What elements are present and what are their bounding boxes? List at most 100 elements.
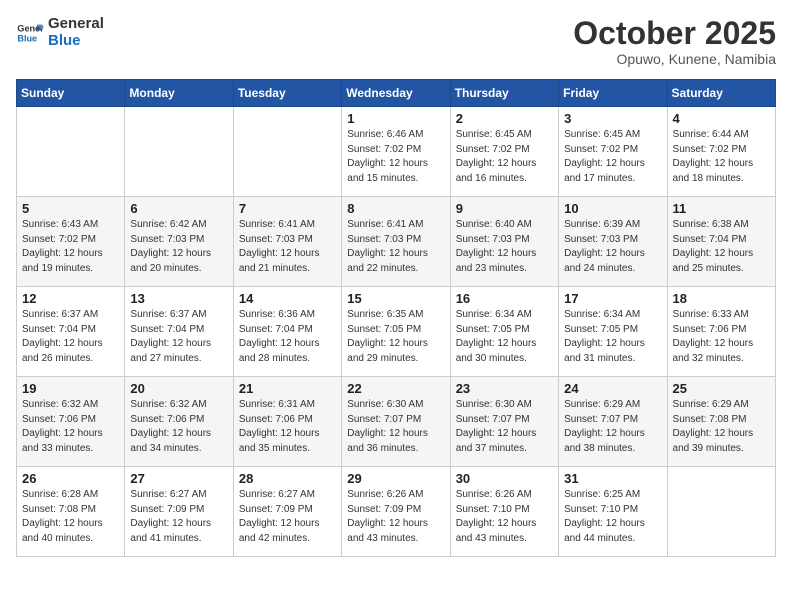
day-info: Sunrise: 6:30 AM Sunset: 7:07 PM Dayligh… [347,398,444,456]
day-info: Sunrise: 6:41 AM Sunset: 7:03 PM Dayligh… [347,218,444,276]
logo-blue: Blue [48,33,104,50]
day-number: 5 [22,201,119,216]
day-info: Sunrise: 6:40 AM Sunset: 7:03 PM Dayligh… [456,218,553,276]
day-number: 3 [564,111,661,126]
day-info: Sunrise: 6:41 AM Sunset: 7:03 PM Dayligh… [239,218,336,276]
calendar-cell: 6 Sunrise: 6:42 AM Sunset: 7:03 PM Daylig… [125,197,233,287]
calendar-cell: 31 Sunrise: 6:25 AM Sunset: 7:10 PM Dayli… [559,467,667,557]
calendar-cell [233,107,341,197]
day-number: 7 [239,201,336,216]
weekday-header-saturday: Saturday [667,80,775,107]
calendar-cell: 22 Sunrise: 6:30 AM Sunset: 7:07 PM Dayli… [342,377,450,467]
day-number: 11 [673,201,770,216]
calendar-body: 1 Sunrise: 6:46 AM Sunset: 7:02 PM Daylig… [17,107,776,557]
weekday-header-wednesday: Wednesday [342,80,450,107]
calendar-cell: 10Sunrise: 6:39 AM Sunset: 7:03 PM Dayli… [559,197,667,287]
day-info: Sunrise: 6:42 AM Sunset: 7:03 PM Dayligh… [130,218,227,276]
day-info: Sunrise: 6:43 AM Sunset: 7:02 PM Dayligh… [22,218,119,276]
calendar-cell: 15 Sunrise: 6:35 AM Sunset: 7:05 PM Dayli… [342,287,450,377]
calendar-cell: 11 Sunrise: 6:38 AM Sunset: 7:04 PM Dayli… [667,197,775,287]
day-number: 28 [239,471,336,486]
calendar-cell: 2 Sunrise: 6:45 AM Sunset: 7:02 PM Daylig… [450,107,558,197]
calendar-cell: 7 Sunrise: 6:41 AM Sunset: 7:03 PM Daylig… [233,197,341,287]
calendar-table: SundayMondayTuesdayWednesdayThursdayFrid… [16,79,776,557]
day-info: Sunrise: 6:26 AM Sunset: 7:10 PM Dayligh… [456,488,553,546]
logo: General Blue General Blue [16,16,104,49]
calendar-cell [125,107,233,197]
day-number: 30 [456,471,553,486]
calendar-cell: 13 Sunrise: 6:37 AM Sunset: 7:04 PM Dayli… [125,287,233,377]
day-number: 24 [564,381,661,396]
calendar-cell: 27Sunrise: 6:27 AM Sunset: 7:09 PM Dayli… [125,467,233,557]
day-info: Sunrise: 6:25 AM Sunset: 7:10 PM Dayligh… [564,488,661,546]
day-info: Sunrise: 6:46 AM Sunset: 7:02 PM Dayligh… [347,128,444,186]
calendar-cell: 30 Sunrise: 6:26 AM Sunset: 7:10 PM Dayli… [450,467,558,557]
calendar-cell: 14 Sunrise: 6:36 AM Sunset: 7:04 PM Dayli… [233,287,341,377]
calendar-cell: 8 Sunrise: 6:41 AM Sunset: 7:03 PM Daylig… [342,197,450,287]
day-number: 15 [347,291,444,306]
day-number: 20 [130,381,227,396]
day-info: Sunrise: 6:37 AM Sunset: 7:04 PM Dayligh… [130,308,227,366]
day-number: 25 [673,381,770,396]
day-info: Sunrise: 6:45 AM Sunset: 7:02 PM Dayligh… [456,128,553,186]
day-info: Sunrise: 6:34 AM Sunset: 7:05 PM Dayligh… [564,308,661,366]
calendar-cell: 20Sunrise: 6:32 AM Sunset: 7:06 PM Dayli… [125,377,233,467]
calendar-cell: 28Sunrise: 6:27 AM Sunset: 7:09 PM Dayli… [233,467,341,557]
day-info: Sunrise: 6:28 AM Sunset: 7:08 PM Dayligh… [22,488,119,546]
calendar-cell [667,467,775,557]
day-number: 16 [456,291,553,306]
calendar-cell: 25 Sunrise: 6:29 AM Sunset: 7:08 PM Dayli… [667,377,775,467]
day-number: 6 [130,201,227,216]
weekday-header-friday: Friday [559,80,667,107]
day-info: Sunrise: 6:35 AM Sunset: 7:05 PM Dayligh… [347,308,444,366]
day-number: 19 [22,381,119,396]
day-info: Sunrise: 6:31 AM Sunset: 7:06 PM Dayligh… [239,398,336,456]
logo-icon: General Blue [16,19,44,47]
title-block: October 2025 Opuwo, Kunene, Namibia [573,16,776,67]
day-number: 26 [22,471,119,486]
calendar-header: SundayMondayTuesdayWednesdayThursdayFrid… [17,80,776,107]
day-number: 2 [456,111,553,126]
day-number: 12 [22,291,119,306]
day-number: 21 [239,381,336,396]
day-info: Sunrise: 6:36 AM Sunset: 7:04 PM Dayligh… [239,308,336,366]
svg-text:Blue: Blue [17,33,37,43]
day-info: Sunrise: 6:38 AM Sunset: 7:04 PM Dayligh… [673,218,770,276]
day-info: Sunrise: 6:30 AM Sunset: 7:07 PM Dayligh… [456,398,553,456]
page-header: General Blue General Blue October 2025 O… [16,16,776,67]
logo-general: General [48,16,104,33]
calendar-cell: 3 Sunrise: 6:45 AM Sunset: 7:02 PM Daylig… [559,107,667,197]
day-number: 22 [347,381,444,396]
day-info: Sunrise: 6:37 AM Sunset: 7:04 PM Dayligh… [22,308,119,366]
calendar-cell: 5 Sunrise: 6:43 AM Sunset: 7:02 PM Daylig… [17,197,125,287]
weekday-header-sunday: Sunday [17,80,125,107]
day-number: 1 [347,111,444,126]
day-info: Sunrise: 6:32 AM Sunset: 7:06 PM Dayligh… [22,398,119,456]
day-info: Sunrise: 6:29 AM Sunset: 7:07 PM Dayligh… [564,398,661,456]
calendar-cell: 17 Sunrise: 6:34 AM Sunset: 7:05 PM Dayli… [559,287,667,377]
day-number: 8 [347,201,444,216]
day-info: Sunrise: 6:26 AM Sunset: 7:09 PM Dayligh… [347,488,444,546]
day-info: Sunrise: 6:45 AM Sunset: 7:02 PM Dayligh… [564,128,661,186]
day-number: 14 [239,291,336,306]
calendar-cell: 18Sunrise: 6:33 AM Sunset: 7:06 PM Dayli… [667,287,775,377]
calendar-cell: 19 Sunrise: 6:32 AM Sunset: 7:06 PM Dayli… [17,377,125,467]
location-subtitle: Opuwo, Kunene, Namibia [573,51,776,67]
day-info: Sunrise: 6:39 AM Sunset: 7:03 PM Dayligh… [564,218,661,276]
day-number: 13 [130,291,227,306]
month-title: October 2025 [573,16,776,51]
weekday-header-monday: Monday [125,80,233,107]
calendar-cell: 4 Sunrise: 6:44 AM Sunset: 7:02 PM Daylig… [667,107,775,197]
calendar-cell: 26 Sunrise: 6:28 AM Sunset: 7:08 PM Dayli… [17,467,125,557]
weekday-header-tuesday: Tuesday [233,80,341,107]
day-number: 4 [673,111,770,126]
day-number: 9 [456,201,553,216]
day-number: 31 [564,471,661,486]
day-number: 23 [456,381,553,396]
day-info: Sunrise: 6:44 AM Sunset: 7:02 PM Dayligh… [673,128,770,186]
day-number: 17 [564,291,661,306]
day-info: Sunrise: 6:29 AM Sunset: 7:08 PM Dayligh… [673,398,770,456]
calendar-cell: 16Sunrise: 6:34 AM Sunset: 7:05 PM Dayli… [450,287,558,377]
day-info: Sunrise: 6:27 AM Sunset: 7:09 PM Dayligh… [130,488,227,546]
calendar-cell [17,107,125,197]
